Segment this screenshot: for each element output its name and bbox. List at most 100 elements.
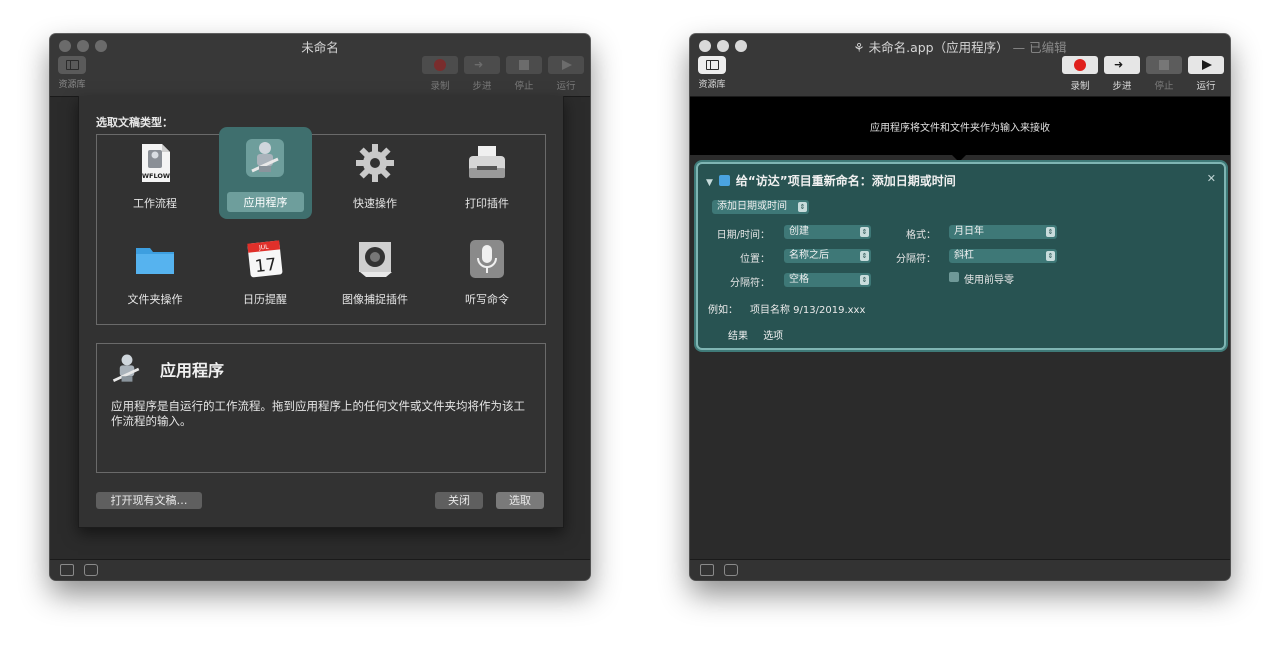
action-header[interactable]: ▼ 给“访达”项目重新命名：添加日期或时间 bbox=[706, 172, 956, 189]
stop-label: 停止 bbox=[514, 81, 534, 92]
run-label: 运行 bbox=[556, 81, 576, 92]
type-image-capture[interactable]: 图像捕捉插件 bbox=[330, 231, 420, 319]
position-popup[interactable]: 名称之后 ⇕ bbox=[784, 249, 871, 263]
run-button[interactable]: 运行 bbox=[548, 56, 584, 92]
tab-options[interactable]: 选项 bbox=[763, 331, 783, 342]
mode-value: 添加日期或时间 bbox=[717, 201, 787, 212]
step-arrow-icon: ➜ bbox=[474, 58, 484, 71]
position-value: 名称之后 bbox=[789, 250, 829, 261]
run-label: 运行 bbox=[1196, 81, 1216, 92]
type-label: 图像捕捉插件 bbox=[342, 293, 408, 306]
popup-arrows-icon: ⇕ bbox=[860, 275, 869, 285]
variables-view-icon[interactable] bbox=[724, 564, 738, 576]
format-label: 格式： bbox=[906, 230, 936, 241]
log-view-icon[interactable] bbox=[60, 564, 74, 576]
library-button[interactable]: 资源库 bbox=[58, 56, 86, 90]
window-title: 未命名 bbox=[301, 40, 339, 55]
run-button[interactable]: 运行 bbox=[1188, 56, 1224, 92]
workflow-input-header: 应用程序将文件和文件夹作为输入来接收 bbox=[690, 97, 1230, 155]
separator2-label: 分隔符： bbox=[730, 278, 770, 289]
action-tabs: 结果 选项 bbox=[728, 327, 795, 342]
type-dictation-command[interactable]: 听写命令 bbox=[442, 231, 532, 319]
choose-button[interactable]: 选取 bbox=[496, 492, 544, 509]
action-title: 给“访达”项目重新命名：添加日期或时间 bbox=[735, 174, 956, 188]
type-application[interactable]: 应用程序 bbox=[219, 127, 312, 219]
record-button[interactable]: 录制 bbox=[422, 56, 458, 92]
record-button[interactable]: 录制 bbox=[1062, 56, 1098, 92]
toolbar: 录制 ➜ 步进 停止 运行 bbox=[422, 56, 584, 92]
step-label: 步进 bbox=[472, 81, 492, 92]
step-label: 步进 bbox=[1112, 81, 1132, 92]
library-icon bbox=[58, 56, 86, 74]
bottom-bar bbox=[690, 559, 1230, 580]
separator2-value: 空格 bbox=[789, 274, 809, 285]
type-label: 快速操作 bbox=[353, 197, 397, 210]
variables-view-icon[interactable] bbox=[84, 564, 98, 576]
automator-robot-icon bbox=[246, 139, 284, 177]
step-button[interactable]: ➜ 步进 bbox=[464, 56, 500, 92]
separator-popup[interactable]: 斜杠 ⇕ bbox=[949, 249, 1057, 263]
library-button[interactable]: 资源库 bbox=[698, 56, 726, 90]
calendar-month: JUL bbox=[258, 244, 270, 252]
automator-robot-icon bbox=[112, 354, 140, 382]
popup-arrows-icon: ⇕ bbox=[860, 227, 869, 237]
disclosure-triangle-icon[interactable]: ▼ bbox=[706, 178, 713, 188]
stop-button[interactable]: 停止 bbox=[1146, 56, 1182, 92]
step-button[interactable]: ➜ 步进 bbox=[1104, 56, 1140, 92]
window-title: 未命名.app（应用程序） bbox=[868, 40, 1009, 55]
mode-popup[interactable]: 添加日期或时间 ⇕ bbox=[712, 200, 809, 214]
type-label: 文件夹操作 bbox=[127, 293, 183, 306]
date-time-popup[interactable]: 创建 ⇕ bbox=[784, 225, 871, 239]
app-proxy-icon[interactable]: ⚘ bbox=[853, 40, 868, 55]
popup-arrows-icon: ⇕ bbox=[1046, 227, 1055, 237]
library-icon bbox=[698, 56, 726, 74]
stop-icon bbox=[519, 60, 529, 70]
step-arrow-icon: ➜ bbox=[1114, 58, 1124, 71]
folder-icon bbox=[136, 248, 174, 274]
workflow-badge: WFLOW bbox=[142, 172, 170, 180]
position-label: 位置： bbox=[740, 254, 770, 265]
type-workflow[interactable]: WFLOW 工作流程 bbox=[110, 135, 200, 223]
separator2-popup[interactable]: 空格 ⇕ bbox=[784, 273, 871, 287]
type-calendar-alarm[interactable]: JUL 17 日历提醒 bbox=[220, 231, 310, 319]
type-print-plugin[interactable]: 打印插件 bbox=[442, 135, 532, 223]
close-icon[interactable]: ✕ bbox=[1207, 172, 1216, 185]
input-connector bbox=[950, 153, 968, 162]
date-time-label: 日期/时间： bbox=[716, 230, 770, 241]
document-type-sheet: 选取文稿类型： WFLOW 工作流程 应用程序 快速操作 打印插件 文件夹操作 … bbox=[78, 96, 564, 528]
example-value: 项目名称 9/13/2019.xxx bbox=[750, 305, 866, 316]
type-folder-action[interactable]: 文件夹操作 bbox=[110, 231, 200, 319]
action-rename-finder-items: ▼ 给“访达”项目重新命名：添加日期或时间 ✕ 添加日期或时间 ⇕ 日期/时间： 创… bbox=[696, 162, 1226, 350]
record-label: 录制 bbox=[1070, 81, 1090, 92]
toolbar: 录制 ➜ 步进 停止 运行 bbox=[1062, 56, 1224, 92]
format-popup[interactable]: 月日年 ⇕ bbox=[949, 225, 1057, 239]
popup-arrows-icon: ⇕ bbox=[1046, 251, 1055, 261]
type-label: 应用程序 bbox=[227, 192, 304, 212]
log-view-icon[interactable] bbox=[700, 564, 714, 576]
stop-button[interactable]: 停止 bbox=[506, 56, 542, 92]
camera-icon bbox=[359, 242, 392, 277]
leading-zero-checkbox[interactable] bbox=[949, 272, 959, 282]
tab-results[interactable]: 结果 bbox=[728, 331, 748, 342]
record-label: 录制 bbox=[430, 81, 450, 92]
microphone-icon bbox=[470, 240, 504, 278]
document-type-grid: WFLOW 工作流程 应用程序 快速操作 打印插件 文件夹操作 JUL 17 日… bbox=[96, 127, 546, 325]
type-quick-action[interactable]: 快速操作 bbox=[330, 135, 420, 223]
automator-window-editor: ⚘ 未命名.app（应用程序） — 已编辑 资源库 录制 ➜ 步进 停止 运行 … bbox=[690, 34, 1230, 580]
calendar-day: 17 bbox=[254, 255, 278, 277]
record-icon bbox=[1074, 59, 1086, 71]
play-icon bbox=[1202, 60, 1212, 70]
workflow-file-icon: WFLOW bbox=[142, 144, 170, 182]
popup-arrows-icon: ⇕ bbox=[860, 251, 869, 261]
open-existing-button[interactable]: 打开现有文稿… bbox=[96, 492, 202, 509]
gear-icon bbox=[356, 144, 394, 182]
description-body: 应用程序是自运行的工作流程。拖到应用程序上的任何文件或文件夹均将作为该工作流程的… bbox=[111, 399, 525, 428]
close-button[interactable]: 关闭 bbox=[435, 492, 483, 509]
stop-label: 停止 bbox=[1154, 81, 1174, 92]
finder-icon bbox=[718, 175, 730, 186]
type-label: 日历提醒 bbox=[243, 293, 287, 306]
title-bar: 未命名 资源库 录制 ➜ 步进 停止 运行 bbox=[50, 34, 590, 97]
library-label: 资源库 bbox=[58, 80, 86, 90]
printer-icon bbox=[469, 146, 505, 178]
separator-value: 斜杠 bbox=[954, 250, 974, 261]
